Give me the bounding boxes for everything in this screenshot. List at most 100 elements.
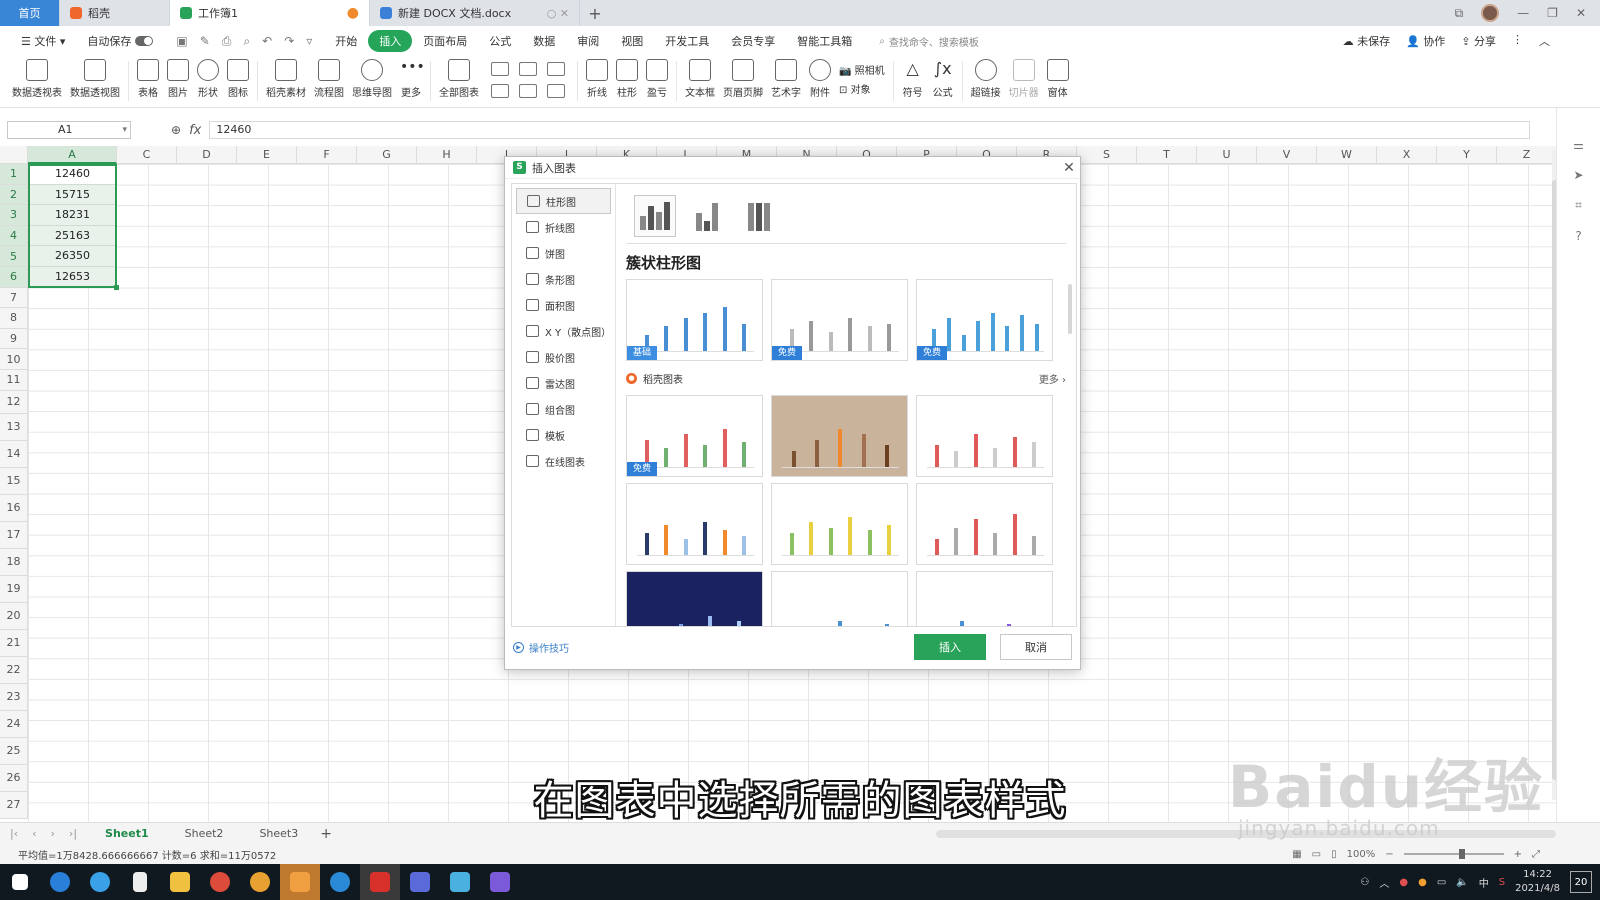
cell-a1[interactable]: 12460 bbox=[28, 164, 117, 185]
menu-page-layout[interactable]: 页面布局 bbox=[412, 30, 478, 52]
settings-sliders-icon[interactable]: ⚌ bbox=[1573, 138, 1584, 152]
taskbar-app-2[interactable] bbox=[80, 864, 120, 900]
wordart-button[interactable]: 艺术字 bbox=[767, 56, 805, 102]
chart-template-7[interactable] bbox=[771, 483, 908, 565]
cancel-button[interactable]: 取消 bbox=[1000, 634, 1072, 660]
bar-chart-icon[interactable] bbox=[519, 62, 537, 76]
row-header-8[interactable]: 8 bbox=[0, 308, 28, 329]
form-button[interactable]: 窗体 bbox=[1043, 56, 1073, 102]
row-header-18[interactable]: 18 bbox=[0, 548, 28, 576]
header-footer-button[interactable]: 页眉页脚 bbox=[719, 56, 767, 102]
taskbar-app-5[interactable] bbox=[400, 864, 440, 900]
taskbar-app-active[interactable] bbox=[280, 864, 320, 900]
undo-icon[interactable]: ↶ bbox=[262, 34, 272, 49]
crop-icon[interactable]: ⌗ bbox=[1575, 198, 1582, 213]
taskbar-app-6[interactable] bbox=[440, 864, 480, 900]
row-header-9[interactable]: 9 bbox=[0, 328, 28, 350]
share-button[interactable]: ⇪ 分享 bbox=[1461, 33, 1496, 49]
zoom-slider[interactable] bbox=[1403, 849, 1504, 859]
customize-icon[interactable]: ▿ bbox=[306, 34, 312, 49]
avatar[interactable] bbox=[1481, 4, 1500, 22]
sparkline-line-button[interactable]: 折线 bbox=[582, 56, 612, 102]
chart-template-free-3[interactable]: 免费 bbox=[626, 395, 763, 477]
row-header-19[interactable]: 19 bbox=[0, 575, 28, 603]
object-button[interactable]: ⊡ 对象 bbox=[839, 81, 871, 96]
row-header-1[interactable]: 1 bbox=[0, 164, 28, 185]
name-box[interactable]: A1 bbox=[7, 121, 131, 139]
tab-home[interactable]: 首页 bbox=[0, 0, 60, 26]
select-all-corner[interactable] bbox=[0, 146, 28, 164]
column-header-s[interactable]: S bbox=[1077, 146, 1137, 164]
fx-icon[interactable]: fx bbox=[189, 123, 201, 138]
insert-button[interactable]: 插入 bbox=[914, 634, 986, 660]
next-sheet-icon[interactable]: › bbox=[51, 827, 55, 840]
row-header-20[interactable]: 20 bbox=[0, 602, 28, 630]
help-icon[interactable]: ? bbox=[1575, 229, 1581, 243]
slicer-button[interactable]: 切片器 bbox=[1005, 56, 1043, 102]
chart-type-item[interactable]: X Y（散点图） bbox=[516, 318, 611, 344]
flowchart-button[interactable]: 流程图 bbox=[310, 56, 348, 102]
chart-type-item[interactable]: 饼图 bbox=[516, 240, 611, 266]
sheet-tab-3[interactable]: Sheet3 bbox=[241, 827, 316, 840]
stacked-column-subtype[interactable] bbox=[686, 195, 728, 237]
column-header-e[interactable]: E bbox=[237, 146, 297, 164]
gallery-scrollbar[interactable] bbox=[1068, 284, 1072, 334]
minimize-icon[interactable]: — bbox=[1517, 6, 1529, 20]
format-painter-icon[interactable]: ✎ bbox=[200, 34, 210, 49]
chart-template-6[interactable] bbox=[626, 483, 763, 565]
all-charts-button[interactable]: 全部图表 bbox=[435, 56, 483, 102]
chart-type-item[interactable]: 组合图 bbox=[516, 396, 611, 422]
row-header-21[interactable]: 21 bbox=[0, 629, 28, 657]
taskbar-app-7[interactable] bbox=[480, 864, 520, 900]
tab-docx[interactable]: 新建 DOCX 文档.docx ○ ✕ bbox=[370, 0, 580, 26]
chart-template-5[interactable] bbox=[916, 395, 1053, 477]
row-header-22[interactable]: 22 bbox=[0, 656, 28, 684]
scatter-chart-icon[interactable] bbox=[547, 84, 565, 98]
shape-button[interactable]: 形状 bbox=[193, 56, 223, 102]
chart-template-basic[interactable]: 基础 bbox=[626, 279, 763, 361]
pie-chart-icon[interactable] bbox=[519, 84, 537, 98]
collapse-ribbon-icon[interactable]: ︿ bbox=[1539, 33, 1550, 49]
row-header-5[interactable]: 5 bbox=[0, 246, 28, 267]
chart-type-item[interactable]: 模板 bbox=[516, 422, 611, 448]
prev-sheet-icon[interactable]: ‹ bbox=[32, 827, 36, 840]
clustered-column-subtype[interactable] bbox=[634, 194, 676, 237]
collab-button[interactable]: 👤 协作 bbox=[1406, 33, 1445, 49]
tab-workbook1[interactable]: 工作簿1 ● bbox=[170, 0, 370, 26]
command-search[interactable]: ⌕ 查找命令、搜索模板 bbox=[863, 34, 979, 49]
formula-input[interactable]: 12460 bbox=[209, 121, 1530, 139]
view-page-icon[interactable]: ▭ bbox=[1312, 849, 1321, 860]
cell-a6[interactable]: 12653 bbox=[28, 266, 117, 288]
print-preview-icon[interactable]: ⌕ bbox=[243, 34, 250, 49]
menu-start[interactable]: 开始 bbox=[324, 30, 368, 52]
horizontal-scrollbar[interactable] bbox=[935, 829, 1556, 838]
chart-type-item[interactable]: 在线图表 bbox=[516, 448, 611, 474]
column-chart-icon[interactable] bbox=[491, 62, 509, 76]
redo-icon[interactable]: ↷ bbox=[284, 34, 294, 49]
sparkline-winloss-button[interactable]: 盈亏 bbox=[642, 56, 672, 102]
column-header-x[interactable]: X bbox=[1377, 146, 1437, 164]
notification-button[interactable]: 20 bbox=[1570, 871, 1592, 893]
tray-wps-icon[interactable]: S bbox=[1499, 877, 1505, 888]
line-chart-icon[interactable] bbox=[547, 62, 565, 76]
tips-link[interactable]: ▶ 操作技巧 bbox=[513, 640, 569, 655]
cell-a3[interactable]: 18231 bbox=[28, 205, 117, 226]
row-header-10[interactable]: 10 bbox=[0, 349, 28, 370]
row-header-17[interactable]: 17 bbox=[0, 521, 28, 549]
view-reading-icon[interactable]: ▯ bbox=[1331, 849, 1337, 860]
taskbar-chrome-2[interactable] bbox=[240, 864, 280, 900]
menu-data[interactable]: 数据 bbox=[522, 30, 566, 52]
new-tab-button[interactable]: + bbox=[580, 0, 610, 26]
attachment-button[interactable]: 附件 bbox=[805, 56, 835, 102]
picture-button[interactable]: 图片 bbox=[163, 56, 193, 102]
network-icon[interactable]: ▭ bbox=[1437, 877, 1446, 888]
chart-template-11[interactable] bbox=[916, 571, 1053, 626]
chart-template-4[interactable] bbox=[771, 395, 908, 477]
sheet-tab-1[interactable]: Sheet1 bbox=[87, 827, 167, 840]
more-link[interactable]: 更多 › bbox=[1039, 371, 1066, 386]
sheet-tab-2[interactable]: Sheet2 bbox=[167, 827, 242, 840]
textbox-button[interactable]: 文本框 bbox=[681, 56, 719, 102]
tray-app-icon[interactable]: ● bbox=[1399, 877, 1408, 888]
add-sheet-button[interactable]: + bbox=[316, 826, 336, 842]
mindmap-button[interactable]: 思维导图 bbox=[348, 56, 396, 102]
